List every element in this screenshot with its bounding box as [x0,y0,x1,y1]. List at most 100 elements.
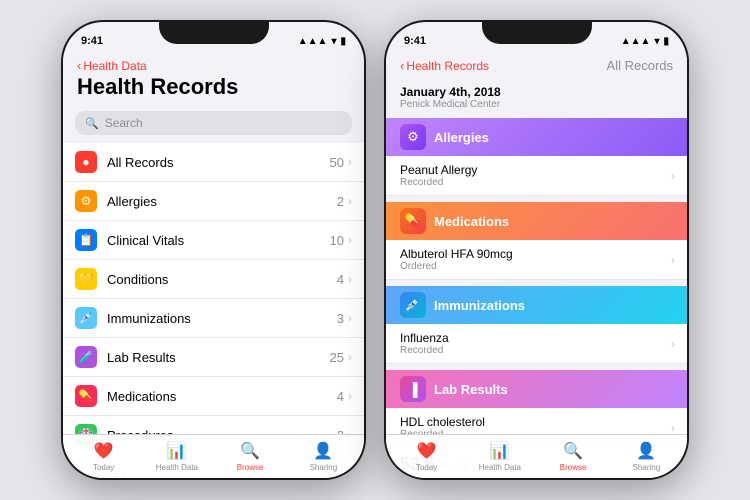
notch [159,22,269,44]
medications-count: 4 [337,389,344,404]
health-data-icon-right: 📊 [490,441,510,461]
tab-health-data-right[interactable]: 📊 Health Data [463,441,536,472]
left-page-title: Health Records [77,75,350,99]
sharing-label: Sharing [310,463,338,472]
albuterol-info: Albuterol HFA 90mcg Ordered [400,247,671,272]
tab-browse-right[interactable]: 🔍 Browse [537,441,610,472]
immunizations-category-header[interactable]: 💉 Immunizations [386,286,687,324]
allergies-category-header[interactable]: ⚙ Allergies [386,118,687,156]
conditions-count: 4 [337,272,344,287]
wifi-icon: ▾ [331,36,336,47]
clinical-vitals-icon: 📋 [75,229,97,251]
back-link-right[interactable]: ‹ Health Records [400,58,489,73]
immunizations-label: Immunizations [107,311,337,326]
record-peanut-allergy[interactable]: Peanut Allergy Recorded › [386,156,687,196]
battery-icon: ▮ [340,36,346,47]
list-item-medications[interactable]: 💊 Medications 4 › [63,377,364,416]
record-influenza[interactable]: Influenza Recorded › [386,324,687,364]
health-data-icon: 📊 [167,441,187,461]
sharing-icon: 👤 [313,441,333,461]
immunizations-chevron: › [348,311,352,325]
left-bottom-tabs: ❤️ Today 📊 Health Data 🔍 Browse 👤 Sharin… [63,434,364,478]
sharing-icon-right: 👤 [636,441,656,461]
lab-results-count: 25 [330,350,344,365]
tab-sharing-left[interactable]: 👤 Sharing [287,441,360,472]
status-time-right: 9:41 [404,35,426,47]
tab-browse-left[interactable]: 🔍 Browse [214,441,287,472]
right-nav-bar: ‹ Health Records All Records [386,54,687,79]
peanut-allergy-info: Peanut Allergy Recorded [400,163,671,188]
allergies-icon: ⚙ [75,190,97,212]
signal-icon-right: ▲▲▲ [621,36,651,47]
status-time-left: 9:41 [81,35,103,47]
today-icon-right: ❤️ [417,441,437,461]
search-icon: 🔍 [85,117,99,130]
lab-results-category-header[interactable]: ▐ Lab Results [386,370,687,408]
influenza-status: Recorded [400,345,671,356]
back-chevron-right: ‹ [400,58,404,73]
tab-today-left[interactable]: ❤️ Today [67,441,140,472]
tab-health-data-left[interactable]: 📊 Health Data [140,441,213,472]
list-item-lab-results[interactable]: 🧪 Lab Results 25 › [63,338,364,377]
immunizations-count: 3 [337,311,344,326]
lab-results-icon: 🧪 [75,346,97,368]
allergies-chevron: › [348,194,352,208]
peanut-allergy-name: Peanut Allergy [400,163,671,177]
left-nav-bar: ‹ Health Data Health Records [63,54,364,105]
hdl-name: HDL cholesterol [400,415,671,429]
health-records-list: ● All Records 50 › ⚙ Allergies 2 › 📋 Cli… [63,143,364,454]
all-records-count: 50 [330,155,344,170]
influenza-chevron: › [671,337,675,351]
allergies-count: 2 [337,194,344,209]
lab-results-label: Lab Results [107,350,330,365]
lab-cat-icon: ▐ [400,376,426,402]
list-item-all-records[interactable]: ● All Records 50 › [63,143,364,182]
right-phone-screen: 9:41 ▲▲▲ ▾ ▮ ‹ Health Records All Record… [386,22,687,478]
notch-right [482,22,592,44]
conditions-chevron: › [348,272,352,286]
signal-icon: ▲▲▲ [298,36,328,47]
albuterol-status: Ordered [400,261,671,272]
list-item-immunizations[interactable]: 💉 Immunizations 3 › [63,299,364,338]
today-label-right: Today [416,463,437,472]
back-link-left[interactable]: ‹ Health Data [77,58,350,73]
list-item-conditions[interactable]: 💛 Conditions 4 › [63,260,364,299]
record-albuterol[interactable]: Albuterol HFA 90mcg Ordered › [386,240,687,280]
tab-sharing-right[interactable]: 👤 Sharing [610,441,683,472]
tab-today-right[interactable]: ❤️ Today [390,441,463,472]
immunizations-icon: 💉 [75,307,97,329]
right-phone: 9:41 ▲▲▲ ▾ ▮ ‹ Health Records All Record… [384,20,689,480]
medications-category-header[interactable]: 💊 Medications [386,202,687,240]
list-item-clinical-vitals[interactable]: 📋 Clinical Vitals 10 › [63,221,364,260]
health-data-label: Health Data [156,463,198,472]
immunizations-cat-icon: 💉 [400,292,426,318]
browse-label: Browse [237,463,264,472]
left-phone: 9:41 ▲▲▲ ▾ ▮ ‹ Health Data Health Record… [61,20,366,480]
phones-container: 9:41 ▲▲▲ ▾ ▮ ‹ Health Data Health Record… [0,0,750,500]
immunizations-cat-title: Immunizations [434,298,525,313]
medications-chevron: › [348,389,352,403]
right-page-title: All Records [607,58,673,73]
all-records-label: All Records [107,155,330,170]
records-location: Penick Medical Center [400,99,673,110]
date-header: January 4th, 2018 Penick Medical Center [386,79,687,112]
albuterol-chevron: › [671,253,675,267]
browse-icon-right: 🔍 [563,441,583,461]
today-icon: ❤️ [94,441,114,461]
right-bottom-tabs: ❤️ Today 📊 Health Data 🔍 Browse 👤 Sharin… [386,434,687,478]
left-screen-content: ‹ Health Data Health Records 🔍 Search ● … [63,54,364,478]
all-records-chevron: › [348,155,352,169]
sharing-label-right: Sharing [633,463,661,472]
clinical-vitals-label: Clinical Vitals [107,233,330,248]
influenza-info: Influenza Recorded [400,331,671,356]
lab-cat-title: Lab Results [434,382,508,397]
lab-results-chevron: › [348,350,352,364]
allergies-cat-icon: ⚙ [400,124,426,150]
allergies-label: Allergies [107,194,337,209]
search-bar[interactable]: 🔍 Search [75,111,352,135]
list-item-allergies[interactable]: ⚙ Allergies 2 › [63,182,364,221]
peanut-allergy-chevron: › [671,169,675,183]
back-chevron-left: ‹ [77,58,81,73]
browse-label-right: Browse [560,463,587,472]
medications-cat-icon: 💊 [400,208,426,234]
